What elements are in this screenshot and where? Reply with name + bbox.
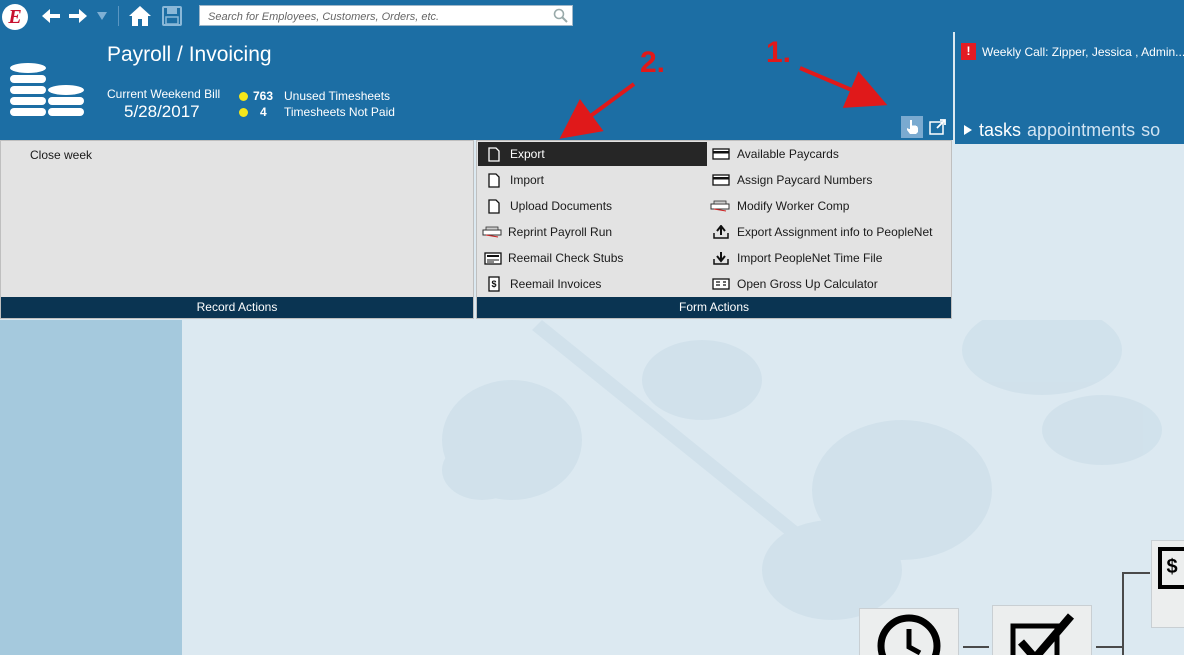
popout-button[interactable]	[927, 116, 949, 138]
pointer-hand-button[interactable]	[901, 116, 923, 138]
back-arrow-icon[interactable]	[40, 6, 62, 26]
page-title: Payroll / Invoicing	[107, 43, 272, 66]
action-label: Available Paycards	[737, 147, 839, 161]
left-navigation-strip	[0, 320, 182, 655]
record-actions-footer: Record Actions	[1, 297, 473, 318]
flow-connector	[1122, 572, 1150, 574]
action-label: Assign Paycard Numbers	[737, 173, 873, 187]
action-label: Export Assignment info to PeopleNet	[737, 225, 933, 239]
tab-tasks[interactable]: tasks	[979, 120, 1021, 140]
annotation-label-2: 2.	[640, 46, 666, 79]
printer-icon	[710, 198, 730, 214]
stat-count: 4	[260, 105, 267, 119]
document-icon	[486, 198, 502, 214]
calculator-icon	[712, 276, 730, 292]
flow-connector	[1096, 646, 1122, 648]
download-tray-icon	[713, 250, 729, 266]
clock-icon	[877, 614, 941, 655]
action-available-paycards[interactable]: Available Paycards	[712, 142, 839, 166]
right-panel: ! Weekly Call: Zipper, Jessica , Admin..…	[955, 32, 1184, 144]
alert-icon: !	[961, 43, 976, 60]
stat-label: Unused Timesheets	[284, 89, 391, 103]
invoice-tile[interactable]: $	[1151, 540, 1184, 628]
form-actions-panel: Export Import Upload Documents Reprint P…	[476, 140, 952, 319]
search-box[interactable]	[199, 5, 573, 26]
action-import-peoplenet-time-file[interactable]: Import PeopleNet Time File	[713, 246, 882, 270]
upload-tray-icon	[713, 224, 729, 240]
action-label: Import PeopleNet Time File	[737, 251, 883, 265]
action-label: Upload Documents	[510, 199, 613, 213]
history-dropdown-icon[interactable]	[95, 6, 109, 26]
action-label: Close week	[30, 148, 93, 162]
search-input[interactable]	[206, 7, 550, 26]
record-actions-panel: Close week Record Actions	[0, 140, 474, 319]
tab-appointments[interactable]: appointments	[1027, 120, 1135, 140]
action-label: Export	[510, 147, 545, 161]
checkbox-check-icon	[1010, 613, 1075, 655]
coins-icon	[8, 62, 88, 125]
action-label: Import	[510, 173, 545, 187]
timesheet-tile[interactable]	[859, 608, 959, 655]
action-label: Reemail Check Stubs	[508, 251, 624, 265]
status-dot-icon	[239, 108, 248, 117]
forward-arrow-icon[interactable]	[67, 6, 89, 26]
annotation-label-1: 1.	[766, 36, 792, 69]
top-toolbar: E	[0, 0, 1184, 32]
stat-label: Timesheets Not Paid	[284, 105, 395, 119]
invoice-icon: $	[1158, 547, 1184, 589]
dashboard-background: $	[182, 320, 1184, 655]
action-open-gross-up-calculator[interactable]: Open Gross Up Calculator	[712, 272, 878, 296]
toolbar-divider	[118, 6, 119, 26]
external-link-icon	[929, 119, 946, 135]
action-label: Modify Worker Comp	[737, 199, 850, 213]
page-header: Payroll / Invoicing Current Weekend Bill…	[0, 32, 953, 140]
printer-icon	[482, 224, 502, 240]
hand-pointer-icon	[907, 120, 918, 134]
action-import[interactable]: Import	[486, 168, 544, 192]
flow-connector	[1122, 572, 1124, 655]
tab-so[interactable]: so	[1141, 120, 1160, 140]
flow-connector	[963, 646, 989, 648]
current-weekend-bill-label: Current Weekend Bill	[107, 87, 221, 101]
form-actions-footer: Form Actions	[477, 297, 951, 318]
status-dot-icon	[239, 92, 248, 101]
svg-text:$: $	[1166, 556, 1177, 578]
check-stub-icon	[484, 250, 502, 266]
alert-message[interactable]: Weekly Call: Zipper, Jessica , Admin....	[982, 45, 1184, 59]
action-label: Open Gross Up Calculator	[737, 277, 878, 291]
action-close-week[interactable]: Close week	[30, 143, 92, 167]
current-weekend-bill-date: 5/28/2017	[124, 102, 200, 121]
action-export-assignment-peoplenet[interactable]: Export Assignment info to PeopleNet	[713, 220, 932, 244]
action-reemail-check-stubs[interactable]: Reemail Check Stubs	[484, 246, 623, 270]
card-icon	[712, 172, 730, 188]
action-label: Reprint Payroll Run	[508, 225, 613, 239]
card-icon	[712, 146, 730, 162]
svg-text:$: $	[491, 279, 496, 289]
action-label: Reemail Invoices	[510, 277, 602, 291]
approval-tile[interactable]	[992, 605, 1092, 655]
app-logo-letter: E	[8, 5, 22, 28]
side-tabs: tasks appointments so	[963, 120, 1166, 141]
invoice-icon: $	[486, 276, 502, 292]
play-icon	[964, 125, 972, 135]
save-icon[interactable]	[160, 6, 184, 26]
document-icon	[486, 146, 502, 162]
app-logo[interactable]: E	[2, 4, 28, 30]
stat-count: 763	[253, 89, 274, 103]
action-reprint-payroll-run[interactable]: Reprint Payroll Run	[482, 220, 612, 244]
action-modify-worker-comp[interactable]: Modify Worker Comp	[710, 194, 849, 218]
action-upload-documents[interactable]: Upload Documents	[486, 194, 612, 218]
action-reemail-invoices[interactable]: $ Reemail Invoices	[486, 272, 601, 296]
action-assign-paycard-numbers[interactable]: Assign Paycard Numbers	[712, 168, 872, 192]
search-icon[interactable]	[553, 8, 568, 26]
home-icon[interactable]	[127, 6, 153, 26]
action-export[interactable]: Export	[478, 142, 707, 166]
document-icon	[486, 172, 502, 188]
